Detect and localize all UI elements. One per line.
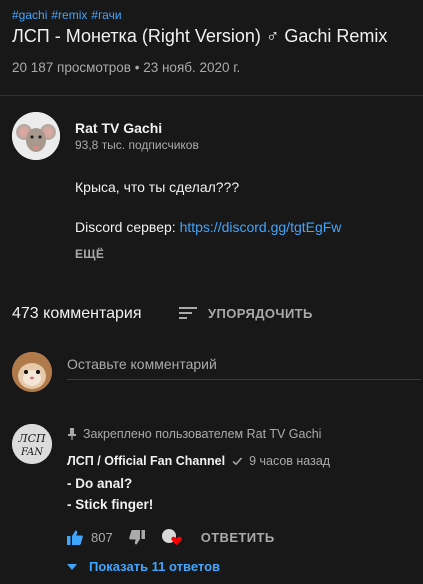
comment-author[interactable]: ЛСП / Official Fan Channel <box>67 454 225 468</box>
commenter-avatar[interactable]: ЛСП FAN <box>12 424 52 464</box>
sort-icon <box>179 307 197 319</box>
rat-icon <box>12 112 60 160</box>
video-meta: 20 187 просмотров • 23 нояб. 2020 г. <box>12 60 241 75</box>
thumbs-up-icon <box>67 530 83 545</box>
pin-icon <box>68 428 76 440</box>
comments-count: 473 комментария <box>12 305 142 322</box>
hamster-icon <box>12 352 52 392</box>
sort-button[interactable]: УПОРЯДОЧИТЬ <box>178 305 313 321</box>
comment-header: ЛСП / Official Fan Channel 9 часов назад <box>67 454 330 468</box>
divider <box>0 95 423 96</box>
description-discord-line: Discord сервер: https://discord.gg/tgtEg… <box>75 219 341 235</box>
verified-check-icon <box>232 457 243 466</box>
like-count: 807 <box>91 529 113 545</box>
reply-button[interactable]: ОТВЕТИТЬ <box>201 530 275 545</box>
description-line: Крыса, что ты сделал??? <box>75 179 240 195</box>
pinned-label: Закреплено пользователем Rat TV Gachi <box>67 427 321 441</box>
comment-time[interactable]: 9 часов назад <box>249 454 330 468</box>
video-title: ЛСП - Монетка (Right Version) ♂ Gachi Re… <box>12 26 388 46</box>
subscriber-count: 93,8 тыс. подписчиков <box>75 138 199 152</box>
show-more-button[interactable]: ЕЩЁ <box>75 247 104 261</box>
creator-heart <box>161 528 183 546</box>
show-replies-label: Показать 11 ответов <box>89 559 221 574</box>
channel-name[interactable]: Rat TV Gachi <box>75 120 162 136</box>
hashtag-link[interactable]: #gachi <box>12 8 47 22</box>
discord-link[interactable]: https://discord.gg/tgtEgFw <box>180 219 342 235</box>
svg-text:FAN: FAN <box>20 447 44 458</box>
heart-icon <box>161 529 182 545</box>
comment-text-line: - Do anal? <box>67 476 133 491</box>
comment-text-line: - Stick finger! <box>67 497 154 512</box>
hashtag-link[interactable]: #remix <box>51 8 87 22</box>
thumbs-down-icon <box>128 529 145 544</box>
comment-actions: 807 ОТВЕТИТЬ <box>67 528 275 546</box>
hashtags: #gachi #remix #гачи <box>12 8 126 22</box>
channel-avatar[interactable] <box>12 112 60 160</box>
fan-channel-logo-icon: ЛСП FAN <box>12 424 52 464</box>
comment-input[interactable]: Оставьте комментарий <box>67 354 421 380</box>
show-replies-button[interactable]: Показать 11 ответов <box>67 559 220 574</box>
hashtag-link[interactable]: #гачи <box>91 8 121 22</box>
sort-label: УПОРЯДОЧИТЬ <box>208 305 313 321</box>
pinned-text: Закреплено пользователем Rat TV Gachi <box>83 427 322 441</box>
dislike-button[interactable] <box>128 529 145 545</box>
svg-text:ЛСП: ЛСП <box>17 432 46 445</box>
avatar <box>12 352 52 392</box>
description-prefix: Discord сервер: <box>75 219 180 235</box>
like-button[interactable]: 807 <box>67 530 113 545</box>
chevron-down-icon <box>67 563 77 570</box>
